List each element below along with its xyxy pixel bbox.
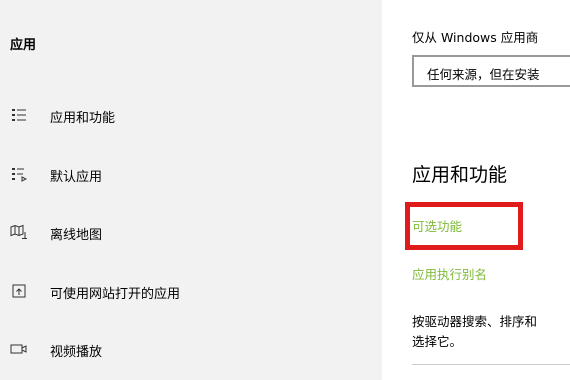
sidebar: 应用 应用和功能 默认应用 离线地图 可使用网站打开的应用 视频播放: [0, 0, 382, 380]
sidebar-item-label: 可使用网站打开的应用: [50, 287, 181, 302]
apps-for-websites-icon: [10, 282, 28, 300]
divider: [412, 364, 570, 365]
sidebar-item-label: 默认应用: [50, 170, 103, 185]
description-line-1: 按驱动器搜索、排序和: [412, 314, 538, 329]
sidebar-item-video-playback[interactable]: 视频播放: [0, 330, 382, 370]
app-execution-alias-link[interactable]: 应用执行别名: [412, 264, 487, 283]
sidebar-item-label: 视频播放: [50, 345, 103, 360]
sidebar-item-label: 应用和功能: [50, 111, 116, 126]
install-source-value: 任何来源，但在安装: [427, 67, 540, 82]
install-source-dropdown[interactable]: 任何来源，但在安装: [412, 55, 570, 87]
description-line-2: 选择它。: [412, 334, 463, 349]
apps-description: 按驱动器搜索、排序和 选择它。: [412, 312, 570, 352]
apps-features-icon: [10, 106, 28, 124]
offline-maps-icon: [10, 223, 28, 241]
sidebar-title: 应用: [10, 38, 37, 53]
sidebar-item-offline-maps[interactable]: 离线地图: [0, 213, 382, 253]
sidebar-item-apps-for-websites[interactable]: 可使用网站打开的应用: [0, 272, 382, 312]
highlight-annotation-box: [405, 202, 523, 250]
section-heading: 应用和功能: [412, 164, 508, 186]
video-playback-icon: [10, 340, 28, 358]
sidebar-item-apps-features[interactable]: 应用和功能: [0, 96, 382, 136]
sidebar-item-label: 离线地图: [50, 228, 103, 243]
sidebar-item-default-apps[interactable]: 默认应用: [0, 155, 382, 195]
main-content: 仅从 Windows 应用商 任何来源，但在安装 应用和功能 可选功能 应用执行…: [382, 0, 570, 380]
default-apps-icon: [10, 165, 28, 183]
install-source-label: 仅从 Windows 应用商: [412, 30, 539, 45]
